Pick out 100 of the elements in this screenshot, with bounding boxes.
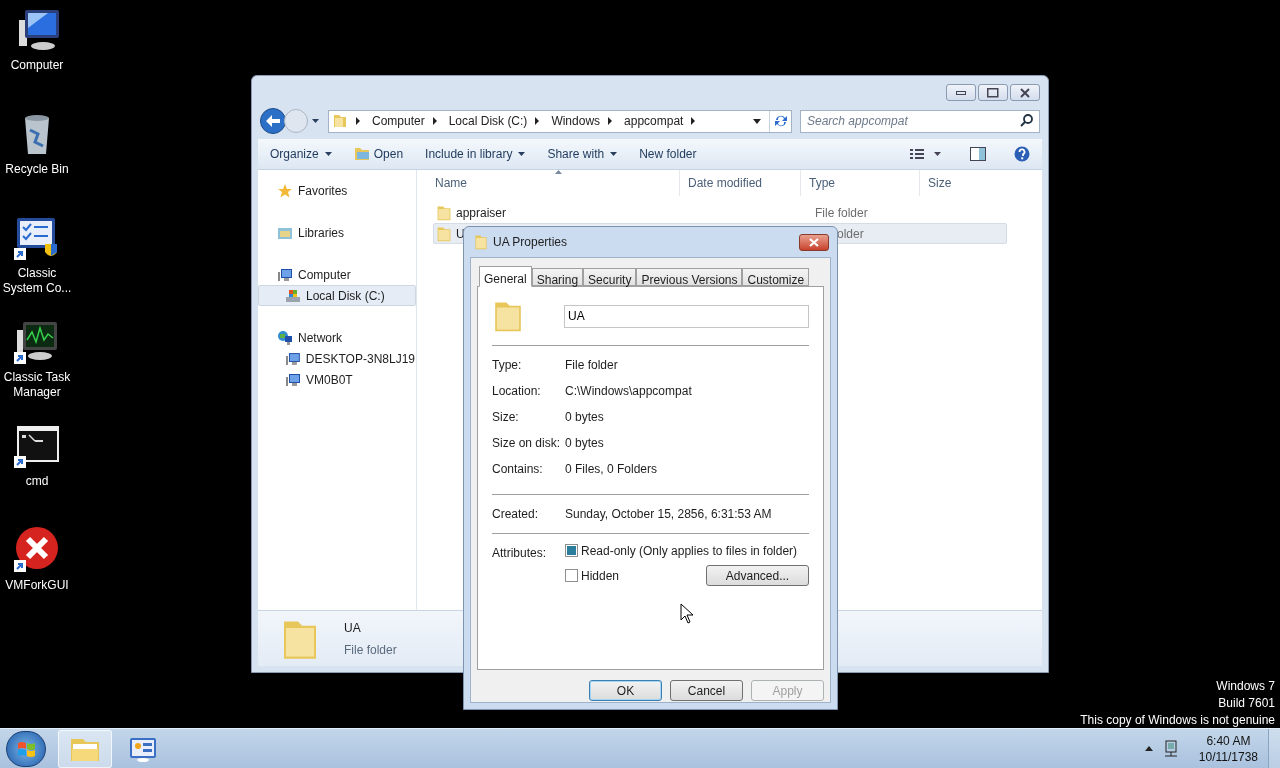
folder-icon (353, 147, 370, 161)
minimize-button[interactable] (946, 84, 976, 101)
caret-icon (610, 152, 618, 156)
maximize-button[interactable] (978, 84, 1008, 101)
start-button[interactable] (6, 730, 46, 767)
computer-icon (285, 350, 301, 367)
desktop-icon-label[interactable]: cmd (0, 474, 74, 489)
close-icon (1020, 87, 1030, 98)
folder-icon (332, 113, 348, 129)
help-icon (1014, 146, 1030, 162)
breadcrumb-item[interactable]: appcompat (624, 112, 684, 130)
checkbox[interactable] (565, 544, 578, 557)
property-value: 0 Files, 0 Folders (565, 461, 658, 478)
sort-arrow-icon (555, 170, 562, 174)
details-type: File folder (344, 641, 397, 659)
error-icon (13, 526, 61, 574)
close-icon (809, 237, 819, 247)
nav-item[interactable]: Computer (258, 264, 416, 285)
property-label: Size on disk: (492, 435, 562, 452)
back-button[interactable] (260, 108, 286, 134)
property-value: 0 bytes (565, 435, 604, 452)
nav-item[interactable]: Network (258, 327, 416, 348)
windows-logo-icon (17, 739, 35, 758)
show-hidden-icons-icon (1144, 746, 1153, 751)
search-field[interactable]: Search appcompat (800, 109, 1040, 133)
tab[interactable]: General (479, 266, 532, 287)
nav-item[interactable]: Favorites (258, 180, 416, 201)
property-label: Contains: (492, 461, 544, 478)
maximize-icon (987, 87, 999, 98)
dropdown-icon (312, 118, 320, 124)
tab[interactable]: Sharing (531, 268, 584, 286)
disk-icon (285, 287, 301, 304)
property-label: Created: (492, 506, 540, 523)
nav-item[interactable]: Local Disk (C:) (258, 285, 416, 306)
checkbox[interactable] (565, 569, 578, 582)
folder-icon (436, 225, 452, 242)
dialog-button[interactable]: OK (589, 680, 662, 701)
notice-text: Build 7601 (1218, 695, 1275, 712)
folder-icon (474, 234, 488, 250)
network-icon (1162, 739, 1179, 758)
close-button[interactable] (1010, 84, 1040, 101)
address-bar[interactable]: Computer Local Disk (C:) Windows appcompat (328, 109, 792, 133)
computer-icon (277, 266, 293, 283)
desktop-icon-label[interactable]: VMForkGUI (0, 578, 74, 593)
property-label: Size: (492, 409, 520, 426)
clock-time[interactable]: 6:40 AM (1206, 732, 1251, 749)
checkbox-label: Read-only (Only applies to files in folder) (581, 542, 798, 560)
back-arrow-icon (266, 115, 280, 127)
nav-item[interactable]: DESKTOP-3N8LJ19 (258, 348, 416, 369)
property-value: C:\Windows\appcompat (565, 383, 692, 400)
column-header[interactable]: Name (417, 170, 679, 196)
computer-icon (285, 371, 301, 388)
breadcrumb-item[interactable]: Local Disk (C:) (448, 112, 528, 130)
star-icon (277, 182, 293, 199)
file-name: appraiser (456, 204, 507, 222)
desktop-icon-label[interactable]: Classic Task Manager (0, 370, 74, 400)
name-field[interactable]: UA (564, 304, 809, 328)
dialog-button[interactable]: Cancel (670, 680, 743, 701)
desktop-icon-label[interactable]: Computer (0, 58, 74, 73)
column-header[interactable]: Size (919, 170, 1029, 196)
file-row[interactable]: appraiser File folder (433, 202, 1007, 223)
close-button[interactable] (799, 233, 829, 251)
column-header[interactable]: Type (800, 170, 919, 196)
advanced-button[interactable]: Advanced... (706, 565, 809, 586)
toolbar-button[interactable]: Open (353, 145, 404, 163)
tab[interactable]: Previous Versions (636, 268, 743, 286)
desktop-icon-label[interactable]: Classic System Co... (0, 266, 74, 296)
toolbar-button[interactable]: Include in library (425, 145, 526, 163)
window-title: UA Properties (493, 234, 568, 251)
column-header[interactable]: Date modified (679, 170, 800, 196)
property-label: Location: (492, 383, 542, 400)
minimize-icon (956, 90, 966, 95)
file-type: older (836, 225, 864, 243)
caret-icon (324, 152, 332, 156)
toolbar-button[interactable]: New folder (639, 145, 697, 163)
desktop-icon-label[interactable]: Recycle Bin (0, 162, 74, 177)
breadcrumb-item[interactable]: Computer (372, 112, 425, 130)
property-value: 0 bytes (565, 409, 604, 426)
folder-icon (492, 299, 524, 333)
folder-icon (436, 204, 452, 221)
tab[interactable]: Security (583, 268, 637, 286)
refresh-icon (773, 114, 788, 128)
view-options-icon (910, 148, 942, 160)
dropdown-icon (753, 118, 761, 124)
nav-item[interactable]: Libraries (258, 222, 416, 243)
toolbar-button[interactable]: Share with (547, 145, 618, 163)
file-type: File folder (815, 204, 868, 222)
preview-pane-icon (970, 147, 986, 161)
tab[interactable]: Customize (742, 268, 810, 286)
toolbar-button[interactable]: Organize (270, 145, 332, 163)
notice-text: This copy of Windows is not genuine (1080, 712, 1275, 729)
caret-icon (518, 152, 526, 156)
property-label: Attributes: (492, 545, 548, 562)
clock-date[interactable]: 10/11/1738 (1198, 748, 1258, 765)
property-value: File folder (565, 357, 618, 374)
search-icon (1020, 113, 1034, 128)
breadcrumb-item[interactable]: Windows (551, 112, 601, 130)
property-value: Sunday, October 15, 2856, 6:31:53 AM (565, 506, 772, 523)
details-name: UA (344, 619, 362, 637)
nav-item[interactable]: VM0B0T (258, 369, 416, 390)
